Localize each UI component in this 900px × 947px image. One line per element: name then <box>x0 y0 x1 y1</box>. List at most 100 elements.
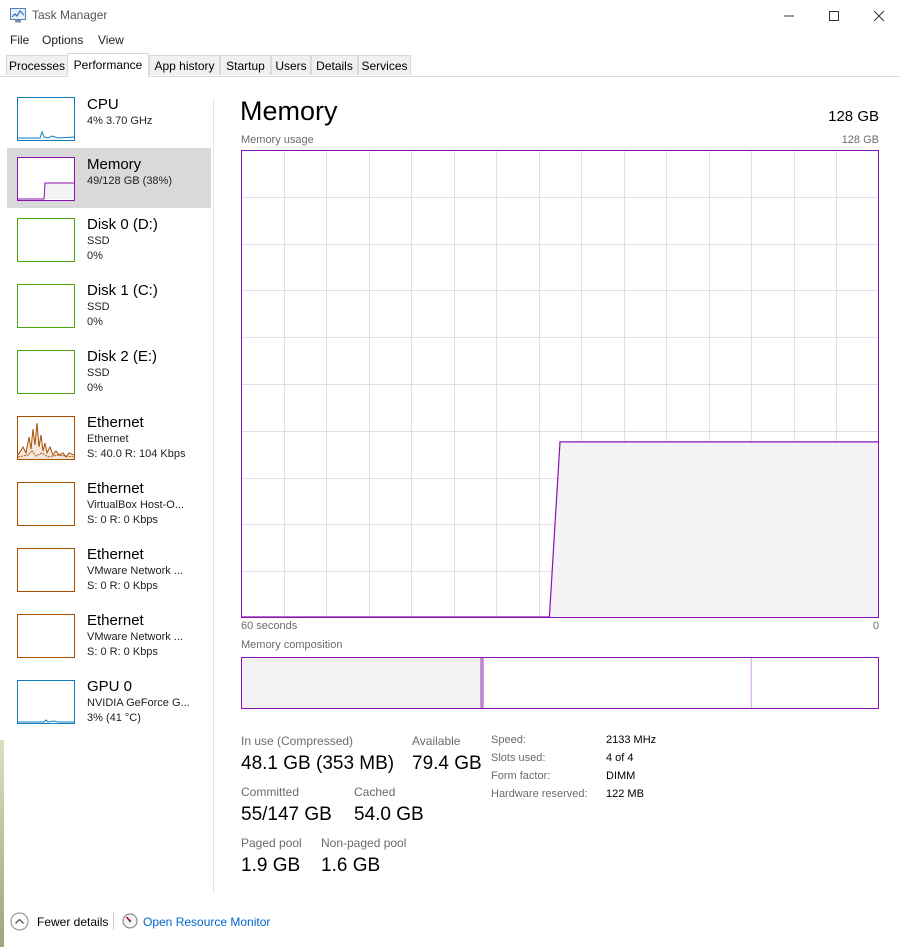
spec-form-factor-value: DIMM <box>606 770 636 782</box>
sidebar-item-ethernet-2[interactable]: Ethernet VirtualBox Host-O... S: 0 R: 0 … <box>7 476 211 538</box>
menu-options[interactable]: Options <box>42 33 83 47</box>
spec-slots-value: 4 of 4 <box>606 752 634 764</box>
spec-hardware-reserved-value: 122 MB <box>606 788 644 800</box>
gpu-mini-graph <box>18 719 74 723</box>
page-title: Memory <box>240 96 338 126</box>
sidebar-item-detail-2: S: 0 R: 0 Kbps <box>87 646 158 658</box>
sidebar-item-title: Ethernet <box>87 612 144 629</box>
footer: Fewer details Open Resource Monitor <box>0 905 900 947</box>
sidebar-item-title: Ethernet <box>87 414 144 431</box>
sidebar-item-detail: SSD <box>87 235 110 247</box>
footer-divider <box>113 912 114 930</box>
non-paged-pool-value: 1.6 GB <box>321 855 381 876</box>
ethernet-thumbnail <box>17 416 75 460</box>
sidebar-item-title: Ethernet <box>87 546 144 563</box>
cpu-mini-graph <box>18 130 75 139</box>
memory-usage-label: Memory usage <box>241 134 314 146</box>
sidebar-item-detail-2: S: 0 R: 0 Kbps <box>87 514 158 526</box>
memory-usage-chart <box>241 150 879 618</box>
available-label: Available <box>412 734 461 748</box>
sidebar-item-memory[interactable]: Memory 49/128 GB (38%) <box>7 148 211 208</box>
fewer-details-button[interactable]: Fewer details <box>37 915 108 929</box>
non-paged-pool-label: Non-paged pool <box>321 836 407 850</box>
spec-slots-label: Slots used: <box>491 752 546 764</box>
sidebar-item-detail: Ethernet <box>87 433 129 445</box>
sidebar-item-disk-2[interactable]: Disk 2 (E:) SSD 0% <box>7 344 211 406</box>
disk-thumbnail <box>17 218 75 262</box>
ethernet-thumbnail <box>17 482 75 526</box>
spec-speed-value: 2133 MHz <box>606 734 657 746</box>
menu-file[interactable]: File <box>10 33 29 47</box>
composition-free <box>751 658 878 708</box>
time-axis-start: 60 seconds <box>241 620 298 632</box>
sidebar-item-cpu[interactable]: CPU 4% 3.70 GHz <box>7 92 211 148</box>
committed-label: Committed <box>241 785 300 799</box>
spec-speed-label: Speed: <box>491 734 526 746</box>
ethernet-thumbnail <box>17 548 75 592</box>
gpu-thumbnail <box>17 680 75 724</box>
menu-view[interactable]: View <box>98 33 124 47</box>
sidebar-item-disk-0[interactable]: Disk 0 (D:) SSD 0% <box>7 212 211 274</box>
sidebar-item-detail-2: 0% <box>87 316 103 328</box>
sidebar-item-ethernet-1[interactable]: Ethernet Ethernet S: 40.0 R: 104 Kbps <box>7 410 211 472</box>
time-axis-end: 0 <box>872 620 879 632</box>
sidebar-item-title: Ethernet <box>87 480 144 497</box>
tab-app-history[interactable]: App history <box>149 55 220 75</box>
sidebar-item-detail: 4% 3.70 GHz <box>87 115 153 127</box>
disk-thumbnail <box>17 284 75 328</box>
tab-bar: Processes Performance App history Startu… <box>0 53 900 77</box>
cached-label: Cached <box>354 785 396 799</box>
tab-services[interactable]: Services <box>358 55 411 75</box>
spec-hardware-reserved-label: Hardware reserved: <box>491 788 588 800</box>
ethernet-mini-graph <box>17 422 75 459</box>
minimize-button[interactable] <box>766 0 812 31</box>
sidebar-item-title: GPU 0 <box>87 678 133 695</box>
tab-startup[interactable]: Startup <box>220 55 271 75</box>
task-manager-icon <box>10 8 26 23</box>
sidebar-item-detail: SSD <box>87 301 110 313</box>
tab-performance[interactable]: Performance <box>67 53 149 77</box>
disk-thumbnail <box>17 350 75 394</box>
maximize-button[interactable] <box>811 0 857 31</box>
sidebar-item-title: Memory <box>87 156 142 173</box>
sidebar-item-disk-1[interactable]: Disk 1 (C:) SSD 0% <box>7 278 211 340</box>
tab-processes[interactable]: Processes <box>6 55 68 75</box>
paged-pool-value: 1.9 GB <box>241 855 301 876</box>
sidebar-item-detail: VMware Network ... <box>87 631 183 643</box>
sidebar-item-title: CPU <box>87 96 119 113</box>
sidebar-item-detail: 49/128 GB (38%) <box>87 175 172 187</box>
sidebar-item-title: Disk 2 (E:) <box>87 348 158 365</box>
resource-monitor-icon <box>122 913 138 929</box>
composition-standby <box>482 658 752 708</box>
available-value: 79.4 GB <box>412 753 482 774</box>
tab-users[interactable]: Users <box>271 55 311 75</box>
sidebar-item-title: Disk 0 (D:) <box>87 216 158 233</box>
sidebar-item-ethernet-4[interactable]: Ethernet VMware Network ... S: 0 R: 0 Kb… <box>7 608 211 670</box>
sidebar-item-detail-2: 0% <box>87 382 103 394</box>
cpu-thumbnail <box>17 97 75 141</box>
sidebar-item-detail: NVIDIA GeForce G... <box>87 697 190 709</box>
sidebar-item-detail-2: S: 40.0 R: 104 Kbps <box>87 448 186 460</box>
close-button[interactable] <box>856 0 900 31</box>
sidebar-item-detail-2: 0% <box>87 250 103 262</box>
sidebar-item-detail: VirtualBox Host-O... <box>87 499 184 511</box>
menu-bar: File Options View <box>0 31 900 51</box>
sidebar-separator <box>213 98 214 893</box>
chevron-up-circle-icon[interactable] <box>10 912 29 931</box>
title-bar: Task Manager <box>0 0 900 31</box>
sidebar-item-detail-2: S: 0 R: 0 Kbps <box>87 580 158 592</box>
sidebar-item-gpu-0[interactable]: GPU 0 NVIDIA GeForce G... 3% (41 °C) <box>7 674 211 736</box>
maximize-icon <box>829 10 839 21</box>
minimize-icon <box>784 15 794 16</box>
tab-details[interactable]: Details <box>311 55 358 75</box>
memory-composition-bar <box>241 657 879 709</box>
memory-usage-max: 128 GB <box>841 134 879 146</box>
paged-pool-label: Paged pool <box>241 836 302 850</box>
window-title: Task Manager <box>32 8 108 22</box>
spec-form-factor-label: Form factor: <box>491 770 551 782</box>
memory-total: 128 GB <box>828 108 879 125</box>
sidebar-item-ethernet-3[interactable]: Ethernet VMware Network ... S: 0 R: 0 Kb… <box>7 542 211 604</box>
open-resource-monitor-link[interactable]: Open Resource Monitor <box>143 915 270 929</box>
sidebar-item-detail: VMware Network ... <box>87 565 183 577</box>
in-use-value: 48.1 GB (353 MB) <box>241 753 395 774</box>
